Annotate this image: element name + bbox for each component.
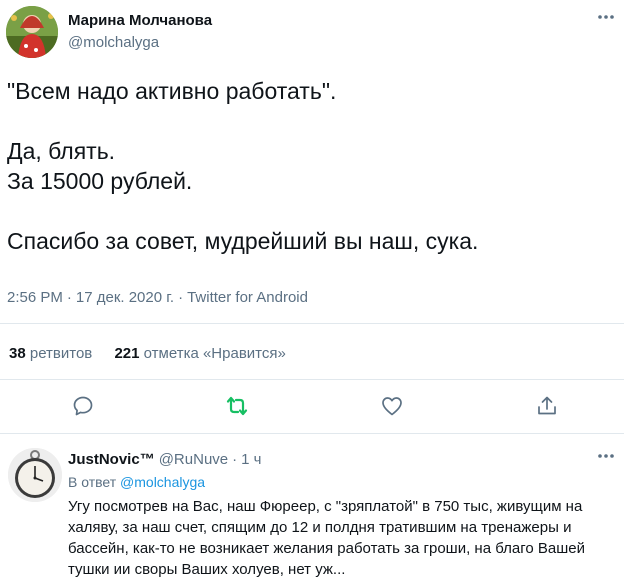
separator: · xyxy=(178,289,184,306)
tweet-meta: 2:56 PM · 17 дек. 2020 г. · Twitter for Andr… xyxy=(7,289,308,306)
author-handle[interactable]: @molchalyga xyxy=(68,34,159,51)
retweets-label: ретвитов xyxy=(29,345,93,362)
retweet-icon[interactable] xyxy=(225,394,249,418)
reply-time[interactable]: 1 ч xyxy=(241,451,261,468)
in-reply-handle[interactable]: @molchalyga xyxy=(120,474,205,490)
tweet-date[interactable]: 17 дек. 2020 г. xyxy=(76,289,174,306)
author-avatar[interactable] xyxy=(6,6,58,58)
tweet-stats: 38 ретвитов 221 отметка «Нравится» xyxy=(9,345,304,362)
more-options-icon[interactable] xyxy=(596,10,616,24)
reply-author-handle[interactable]: @RuNuve xyxy=(159,451,228,468)
reply-text: Угу посмотрев на Вас, наш Фюреер, с "зря… xyxy=(68,498,585,578)
tweet-text: "Всем надо активно работать". Да, блять.… xyxy=(7,78,479,254)
divider xyxy=(0,433,624,434)
separator: · xyxy=(66,289,72,306)
likes-stat[interactable]: 221 отметка «Нравится» xyxy=(114,345,285,362)
divider xyxy=(0,323,624,324)
share-icon[interactable] xyxy=(535,394,559,418)
reply-author-avatar[interactable] xyxy=(8,448,62,502)
reply-icon[interactable] xyxy=(71,394,95,418)
tweet-time[interactable]: 2:56 PM xyxy=(7,289,63,306)
reply-header: JustNovic™ @RuNuve · 1 ч xyxy=(68,451,261,468)
separator: · xyxy=(232,451,238,468)
tweet-source[interactable]: Twitter for Android xyxy=(187,289,308,306)
likes-count: 221 xyxy=(114,345,140,362)
retweets-stat[interactable]: 38 ретвитов xyxy=(9,345,92,362)
like-icon[interactable] xyxy=(380,394,404,418)
author-name[interactable]: Марина Молчанова xyxy=(68,12,212,29)
reply-author-name[interactable]: JustNovic™ xyxy=(68,451,155,468)
in-reply-to: В ответ @molchalyga xyxy=(68,474,205,490)
divider xyxy=(0,379,624,380)
reply-more-options-icon[interactable] xyxy=(596,449,616,463)
likes-label: отметка «Нравится» xyxy=(143,345,286,362)
in-reply-prefix: В ответ xyxy=(68,474,117,490)
retweets-count: 38 xyxy=(9,345,26,362)
